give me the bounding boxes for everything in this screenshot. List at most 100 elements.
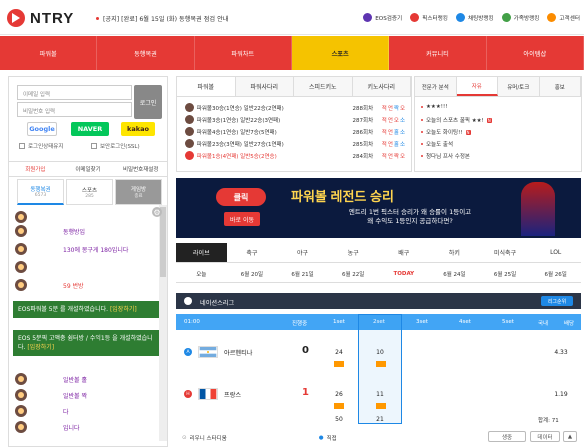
link-support[interactable]: 고객센터 (547, 13, 580, 22)
away-set1: 26 (335, 391, 343, 398)
email-field[interactable]: 이메일 입력 (17, 85, 132, 100)
collapse-button[interactable]: ▲ (563, 431, 577, 442)
banner-go-button[interactable]: 바로 이동 (224, 212, 260, 226)
link-family-rank[interactable]: 가족방랭킹 (501, 13, 540, 22)
tab-lottery-chat[interactable]: 동행복권 6573 (17, 179, 64, 205)
nav-powerball[interactable]: 파워볼 (0, 36, 98, 70)
away-team[interactable]: H 프랑스 (184, 388, 241, 400)
date-tab[interactable]: 6월 21일 (277, 265, 328, 282)
chat-rank-icon (455, 13, 465, 22)
board-tabs: 전문가 분석 자유 유머/토크 홍보 (415, 77, 581, 97)
avatar (185, 139, 194, 148)
password-field[interactable]: 비밀번호 입력 (17, 102, 132, 117)
round: 287회차 (352, 117, 374, 124)
promo-banner[interactable]: 클릭 바로 이동 파워볼 레전드 승리 엔트리 1번 픽스터 승리가 왜 승률이… (176, 178, 581, 238)
tab-baseball[interactable]: 야구 (277, 243, 328, 262)
post-title: 오늘도 화이팅!! (426, 130, 463, 136)
header-progress: 진행중 (292, 321, 308, 327)
link-chat-rank[interactable]: 채팅방랭킹 (455, 13, 494, 22)
powerball-row[interactable]: 파워볼3승(1연승) 일반22승(3연패) 287회차 적 언 오 소 (185, 115, 405, 124)
tab-basketball[interactable]: 농구 (328, 243, 379, 262)
link-pickster[interactable]: 픽스터랭킹 (410, 13, 448, 22)
tab-speedkeno[interactable]: 스피드키노 (294, 77, 353, 96)
home-set1: 24 (335, 349, 343, 356)
board-post[interactable]: 오늘도 화이팅!! N (421, 128, 471, 136)
tab-count: 6573 (34, 193, 47, 198)
join-link[interactable]: [입장하기] (110, 306, 137, 313)
record-text: 파워볼4승(1연승) 일반7승(5연패) (196, 129, 277, 136)
nav-sports[interactable]: 스포츠 (291, 36, 390, 70)
chat-message: 입니다 (63, 424, 80, 432)
date-tab[interactable]: 6월 25일 (480, 265, 531, 282)
notice[interactable]: [공지] [완료] 6월 15일 (화) 동행복권 점검 안내 (96, 14, 228, 23)
nav-itemshop[interactable]: 아이템샵 (487, 36, 584, 70)
tab-humor[interactable]: 유머/토크 (498, 77, 540, 96)
board-post[interactable]: 오늘도 출석 (421, 140, 453, 148)
nav-lottery[interactable]: 동행복권 (97, 36, 195, 70)
pick: 오 (399, 153, 405, 160)
room-created-message[interactable]: EOS 5분픽 고액충 쉼터방 / 수익1등 을 개설하였습니다. [입장하기] (13, 330, 161, 356)
room-created-message[interactable]: EOS파워볼 5분 를 개설하였습니다. [입장하기] (13, 301, 161, 318)
keep-login-checkbox[interactable]: 로그인상태유지 (19, 142, 63, 150)
secure-login-checkbox[interactable]: 보안로그인(SSL) (91, 142, 140, 150)
data-button[interactable]: 데이터 (530, 431, 560, 442)
powerball-row[interactable]: 파워볼4승(1연승) 일반7승(5연패) 286회차 적 언 홀 소 (185, 127, 405, 136)
powerball-row[interactable]: 파워볼30승(1연승) 일반22승(2연패) 288회차 적 언 짝 오 (185, 103, 405, 112)
avatar (15, 225, 27, 237)
league-standings-button[interactable]: 리그순위 (541, 296, 573, 306)
date-tab[interactable]: 6월 24일 (429, 265, 480, 282)
pick: 짝 (393, 105, 399, 112)
login-button[interactable]: 로그인 (134, 85, 162, 119)
tab-powerladder[interactable]: 파워사다리 (235, 77, 294, 96)
tab-promo[interactable]: 홍보 (539, 77, 581, 96)
tab-football[interactable]: 미식축구 (480, 243, 531, 262)
logo-icon (7, 9, 25, 27)
notice-dot-icon (96, 17, 99, 20)
logo[interactable]: NTRY (7, 9, 74, 27)
board-post[interactable]: ★★★!!! (421, 104, 447, 110)
naver-login-button[interactable]: NAVER (71, 122, 109, 136)
find-email-link[interactable]: 이메일찾기 (62, 162, 115, 176)
chat-tabs: 동행복권 6573 스포츠 285 게임방 종료 (17, 179, 162, 205)
gear-icon[interactable]: ⚙ (152, 207, 162, 217)
eos-icon (363, 13, 373, 22)
date-tab[interactable]: 6월 22일 (328, 265, 379, 282)
tab-game-chat[interactable]: 게임방 종료 (115, 179, 162, 205)
chat-scroll-thumb[interactable] (160, 207, 166, 277)
board-post[interactable]: 오늘의 스포츠 꿀픽 ★★! N (421, 116, 492, 124)
home-team[interactable]: A 아르헨티나 (184, 346, 252, 358)
google-login-button[interactable]: Google (27, 122, 57, 136)
signup-link[interactable]: 회원가입 (9, 162, 62, 176)
header-set4: 4set (459, 319, 471, 325)
board-panel: 전문가 분석 자유 유머/토크 홍보 ★★★!!! 오늘의 스포츠 꿀픽 ★★!… (414, 76, 582, 172)
tab-live[interactable]: 라이브 (176, 243, 227, 262)
tab-free[interactable]: 자유 (456, 77, 498, 96)
powerball-row[interactable]: 파워볼1승(4연패) 일반5승(2연승) 284회차 적 언 짝 오 (185, 151, 405, 160)
tab-kenoladder[interactable]: 키노사다리 (352, 77, 411, 96)
tab-hockey[interactable]: 하키 (429, 243, 480, 262)
powerball-row[interactable]: 파워볼23승(3연패) 일반27승(1연패) 285회차 적 언 홀 소 (185, 139, 405, 148)
date-tab[interactable]: 6월 20일 (227, 265, 278, 282)
odds-marker (334, 361, 344, 367)
chat-message: 130에 몽구게 180입니다 (63, 246, 129, 254)
nav-powerchart[interactable]: 파워차트 (195, 36, 292, 70)
live-broadcast-button[interactable]: 생중 (488, 431, 526, 442)
tab-powerball[interactable]: 파워볼 (177, 77, 236, 96)
tab-soccer[interactable]: 축구 (227, 243, 278, 262)
tab-sports-chat[interactable]: 스포츠 285 (66, 179, 113, 205)
date-tab[interactable]: 6월 26일 (530, 265, 581, 282)
tab-label: 게임방 (130, 187, 147, 193)
tab-lol[interactable]: LOL (530, 243, 581, 262)
join-link[interactable]: [입장하기] (27, 344, 54, 351)
tab-volleyball[interactable]: 배구 (379, 243, 430, 262)
date-tab-today[interactable]: TODAY (379, 265, 430, 282)
link-eos[interactable]: EOS검증기 (363, 13, 402, 22)
date-today-label[interactable]: 오늘 (176, 265, 227, 282)
nav-community[interactable]: 커뮤니티 (389, 36, 487, 70)
tab-analysis[interactable]: 전문가 분석 (415, 77, 457, 96)
link-label: 가족방랭킹 (513, 15, 540, 22)
reset-password-link[interactable]: 비밀번호재설정 (114, 162, 167, 176)
france-flag-icon (198, 388, 218, 400)
board-post[interactable]: 청다님 프사 수정본 (421, 152, 470, 160)
kakao-login-button[interactable]: kakao (121, 122, 155, 136)
